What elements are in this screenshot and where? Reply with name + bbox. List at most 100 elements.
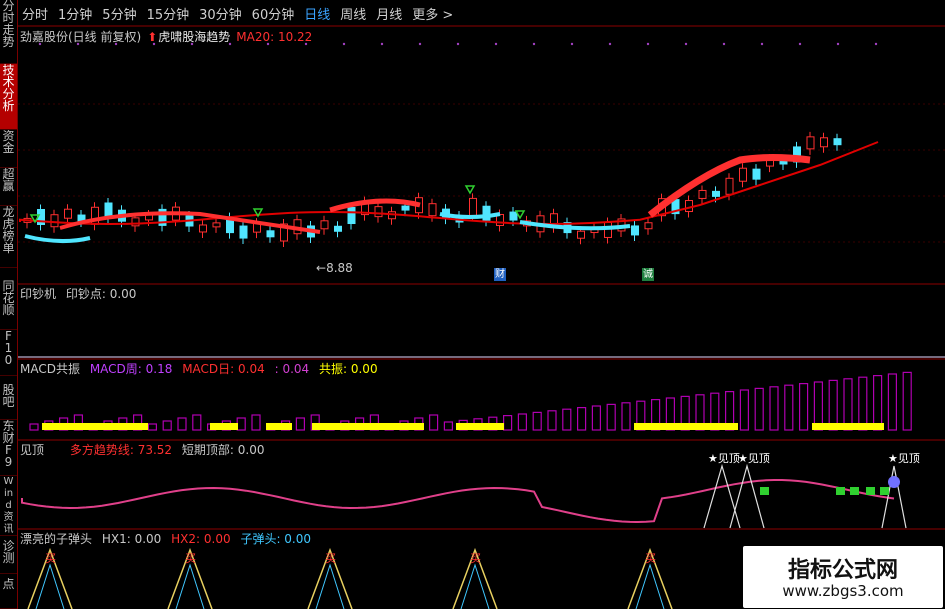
marker-dot xyxy=(418,42,422,46)
zidan-inner xyxy=(635,563,665,609)
candle-body xyxy=(212,222,221,228)
buy-label: 买 xyxy=(470,552,481,565)
candle-body xyxy=(428,203,437,217)
macd-panel-header: MACD共振 MACD周: 0.18 MACD日: 0.04 : 0.04 共振… xyxy=(20,361,384,377)
gongzhen-bar xyxy=(210,423,238,430)
macd-bar xyxy=(192,414,202,431)
hx1-value: HX1: 0.00 xyxy=(101,532,162,546)
candle-body xyxy=(698,189,707,199)
macd-bar xyxy=(576,407,587,431)
marker-dot xyxy=(494,42,498,46)
marker-dot xyxy=(456,42,460,46)
zidan-inner xyxy=(315,563,345,609)
buy-label: 买 xyxy=(645,552,656,565)
signal-dot xyxy=(888,476,900,488)
macd-bar xyxy=(739,389,750,431)
macd-bar xyxy=(784,384,794,431)
marker-dot xyxy=(342,42,346,46)
candle-body xyxy=(239,225,248,239)
macd-ri-value: MACD日: 0.04 xyxy=(182,362,265,376)
candle-body xyxy=(725,177,734,195)
macd-bar xyxy=(798,383,809,431)
macd-diff-value: : 0.04 xyxy=(274,362,310,376)
candle-body xyxy=(806,136,815,150)
signal-square xyxy=(850,487,859,495)
stock-name: 劲嘉股份(日线 前复权) xyxy=(20,30,142,44)
candle-body xyxy=(320,220,329,230)
duanqi-value: 短期顶部: 0.00 xyxy=(181,443,265,457)
macd-bar xyxy=(828,379,838,431)
signal-square xyxy=(836,487,845,495)
macd-bar xyxy=(562,408,572,431)
gongzhen-value: 共振: 0.00 xyxy=(319,362,378,376)
buy-label: 买 xyxy=(185,552,196,565)
macd-bar xyxy=(591,405,602,431)
indicator-name: 虎啸股海趋势 xyxy=(158,30,231,44)
macd-bar xyxy=(754,387,764,431)
candle-body xyxy=(712,190,720,197)
hx2-value: HX2: 0.00 xyxy=(171,532,231,546)
chart-canvas[interactable]: ★见顶★见顶 ★见顶买买买买买 xyxy=(0,0,945,609)
macd-bar xyxy=(295,417,305,431)
candle-body xyxy=(347,207,356,225)
macd-bar xyxy=(429,414,439,431)
candle-body xyxy=(266,230,275,238)
candle-body xyxy=(820,137,828,148)
candle-body xyxy=(469,197,477,216)
marker-dot xyxy=(760,42,764,46)
marker-dot xyxy=(380,42,384,46)
badge-cai[interactable]: 财 xyxy=(494,268,506,281)
gongzhen-bar xyxy=(456,423,504,430)
duofang-value: 多方趋势线: 73.52 xyxy=(69,443,173,457)
macd-bar xyxy=(769,386,779,431)
marker-dot xyxy=(646,42,650,46)
candle-body xyxy=(401,205,410,211)
candle-body xyxy=(685,200,693,213)
marker-dot xyxy=(684,42,688,46)
green-arrow-icon xyxy=(464,185,476,195)
candle-body xyxy=(64,208,72,219)
top-label: ★见顶 xyxy=(738,452,770,465)
watermark-url: www.zbgs3.com xyxy=(782,582,904,600)
candle-body xyxy=(374,206,383,218)
macd-bar xyxy=(251,414,261,431)
yinchao-value: 印钞点: 0.00 xyxy=(65,287,137,301)
signal-square xyxy=(760,487,769,495)
macd-bar xyxy=(517,413,528,431)
candle-body xyxy=(577,230,585,239)
candle-body xyxy=(104,202,113,218)
macd-bar xyxy=(872,375,883,431)
ma20-label: MA20: 10.22 xyxy=(236,30,313,44)
candle-body xyxy=(644,222,653,230)
macd-bar xyxy=(621,402,631,431)
candle-body xyxy=(631,225,639,236)
badge-shi[interactable]: 诚 xyxy=(642,268,654,281)
marker-dot xyxy=(532,42,536,46)
gongzhen-bar xyxy=(266,423,292,430)
marker-dot xyxy=(836,42,840,46)
duofang-line xyxy=(21,479,895,524)
candle-body xyxy=(604,221,612,238)
top-label: ★见顶 xyxy=(708,452,740,465)
macd-bar xyxy=(887,373,898,431)
macd-bar xyxy=(162,420,172,431)
signal-square xyxy=(866,487,875,495)
gongzhen-bar xyxy=(312,423,424,430)
macd-bar xyxy=(177,417,187,431)
macd-bar xyxy=(902,371,912,431)
watermark-title: 指标公式网 xyxy=(787,558,898,583)
macd-bar xyxy=(147,423,157,431)
gongzhen-bar xyxy=(42,423,148,430)
macd-bar xyxy=(443,421,453,431)
watermark-logo: 指标公式网 www.zbgs3.com xyxy=(743,546,943,608)
buy-label: 买 xyxy=(325,552,336,565)
yinchao-name: 印钞机 xyxy=(20,287,57,301)
macd-bar xyxy=(29,423,39,431)
macd-name: MACD共振 xyxy=(20,362,80,376)
gongzhen-bar xyxy=(812,423,884,430)
marker-dot xyxy=(608,42,612,46)
macd-bar xyxy=(858,376,868,431)
zidan-value: 子弹头: 0.00 xyxy=(240,532,312,546)
macd-bar xyxy=(532,411,542,431)
jianding-panel-header: 见顶 多方趋势线: 73.52 短期顶部: 0.00 xyxy=(20,442,270,458)
